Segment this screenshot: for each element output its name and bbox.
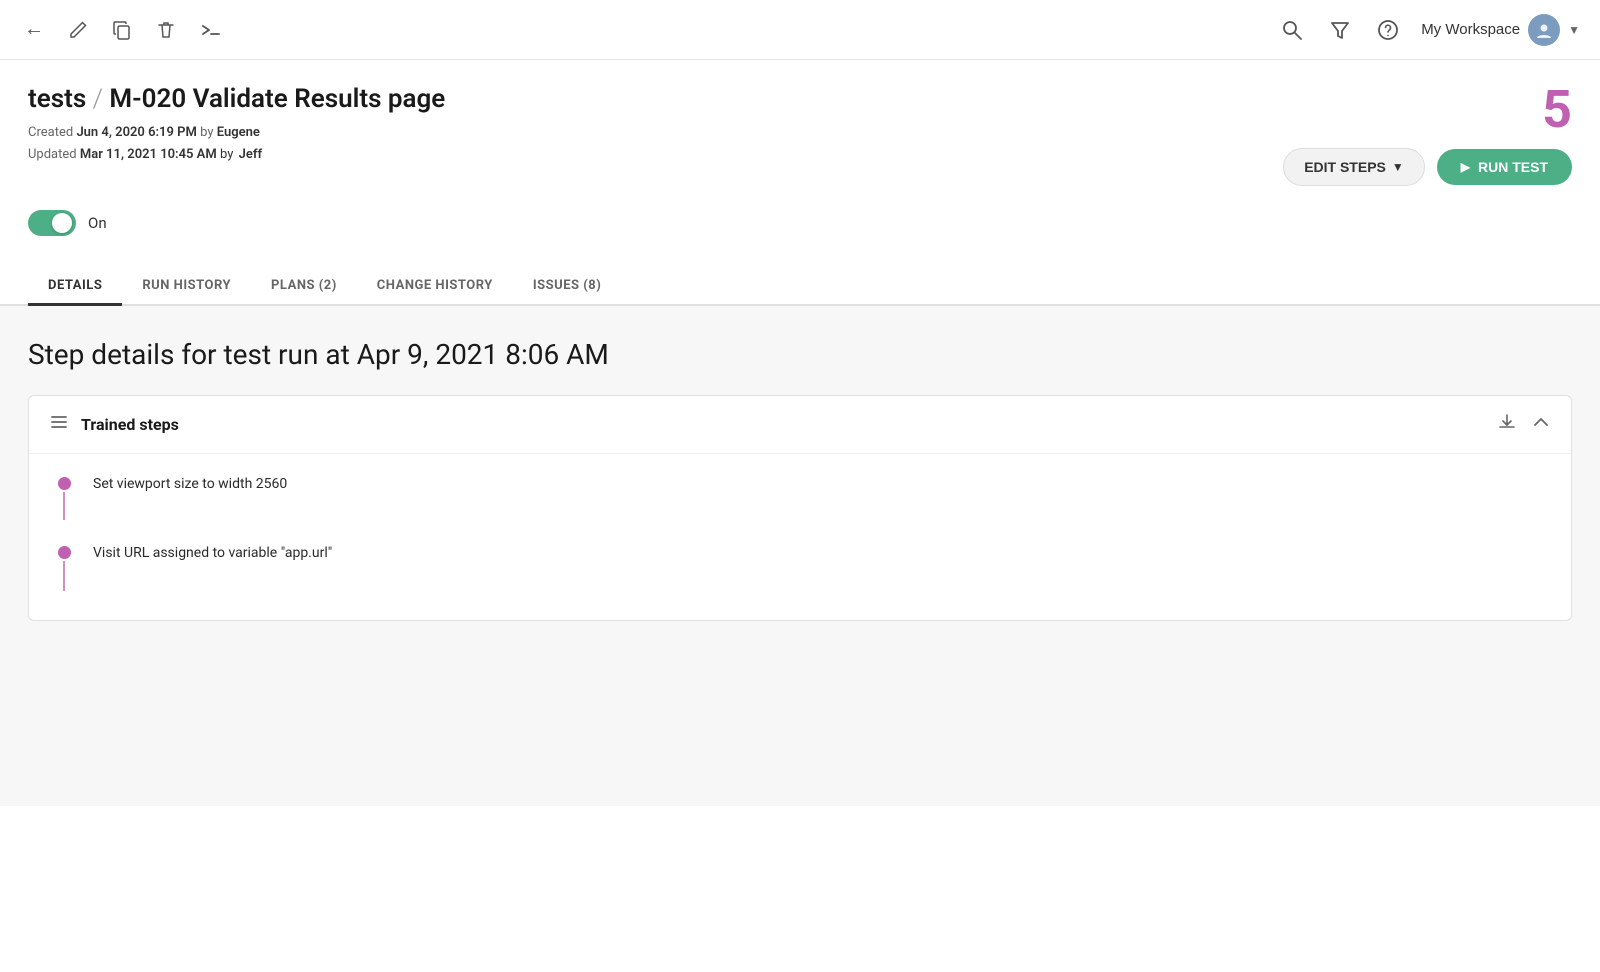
step-dot-col (49, 474, 79, 490)
workspace-label: My Workspace (1421, 21, 1520, 38)
step-dot (58, 477, 71, 490)
step-details-heading: Step details for test run at Apr 9, 2021… (0, 306, 1600, 395)
breadcrumb-child: M-020 Validate Results page (109, 84, 445, 114)
status-toggle[interactable] (28, 210, 76, 236)
help-icon (1377, 19, 1399, 41)
tab-issues[interactable]: ISSUES (8) (513, 268, 622, 306)
workspace-chevron-icon: ▼ (1568, 23, 1580, 37)
step-text: Visit URL assigned to variable "app.url" (79, 543, 332, 564)
updated-by: Jeff (239, 147, 262, 162)
created-info: Created Jun 4, 2020 6:19 PM by Eugene (28, 122, 445, 144)
updated-label: Updated (28, 147, 77, 162)
download-icon (1497, 412, 1517, 432)
chevron-up-icon (1531, 412, 1551, 432)
workspace-button[interactable]: My Workspace ▼ (1421, 14, 1580, 46)
step-item: Set viewport size to width 2560 (49, 462, 1551, 507)
terminal-icon (200, 20, 222, 40)
back-icon: ← (24, 18, 44, 41)
list-icon (49, 412, 69, 437)
edit-steps-chevron-icon: ▼ (1392, 160, 1404, 174)
nav-left: ← (20, 14, 1277, 45)
run-test-button[interactable]: ▶ RUN TEST (1437, 149, 1572, 185)
step-item: Visit URL assigned to variable "app.url" (49, 531, 1551, 576)
avatar (1528, 14, 1560, 46)
breadcrumb-separator: / (93, 84, 110, 114)
help-button[interactable] (1373, 15, 1403, 45)
page-title: tests / M-020 Validate Results page (28, 84, 445, 114)
header-buttons: EDIT STEPS ▼ ▶ RUN TEST (1283, 148, 1572, 186)
trained-steps-section: Trained steps (28, 395, 1572, 621)
search-icon (1281, 19, 1303, 41)
edit-button[interactable] (64, 16, 92, 44)
run-test-label: RUN TEST (1478, 159, 1548, 175)
trained-steps-actions (1497, 412, 1551, 437)
terminal-button[interactable] (196, 16, 226, 44)
meta-info: Created Jun 4, 2020 6:19 PM by Eugene Up… (28, 122, 445, 166)
created-by-label: by (200, 125, 213, 140)
page-header: tests / M-020 Validate Results page Crea… (0, 60, 1600, 186)
filter-button[interactable] (1325, 15, 1355, 45)
content-area: Step details for test run at Apr 9, 2021… (0, 306, 1600, 806)
nav-right: My Workspace ▼ (1277, 14, 1580, 46)
trash-icon (156, 20, 176, 40)
updated-date: Mar 11, 2021 10:45 AM (80, 147, 217, 162)
step-dot-col (49, 543, 79, 559)
trained-steps-title-group: Trained steps (49, 412, 179, 437)
created-date: Jun 4, 2020 6:19 PM (76, 125, 196, 140)
edit-icon (68, 20, 88, 40)
edit-steps-button[interactable]: EDIT STEPS ▼ (1283, 148, 1425, 186)
tab-details[interactable]: DETAILS (28, 268, 122, 306)
updated-by-label: by (220, 147, 233, 162)
copy-icon (112, 20, 132, 40)
delete-button[interactable] (152, 16, 180, 44)
step-text: Set viewport size to width 2560 (79, 474, 287, 495)
toggle-row: On (0, 186, 1600, 236)
step-dot (58, 546, 71, 559)
back-button[interactable]: ← (20, 14, 48, 45)
trained-steps-header: Trained steps (29, 396, 1571, 454)
download-button[interactable] (1497, 412, 1517, 437)
steps-list: Set viewport size to width 2560 Visit UR… (29, 454, 1571, 620)
copy-button[interactable] (108, 16, 136, 44)
toggle-label: On (88, 214, 107, 232)
search-button[interactable] (1277, 15, 1307, 45)
tabs-bar: DETAILS RUN HISTORY PLANS (2) CHANGE HIS… (0, 248, 1600, 306)
tab-plans[interactable]: PLANS (2) (251, 268, 357, 306)
filter-icon (1329, 19, 1351, 41)
header-left: tests / M-020 Validate Results page Crea… (28, 84, 445, 166)
trained-steps-title: Trained steps (81, 415, 179, 434)
created-by: Eugene (217, 125, 260, 140)
created-label: Created (28, 125, 73, 140)
updated-info: Updated Mar 11, 2021 10:45 AM by Jeff (28, 144, 445, 166)
breadcrumb-parent: tests (28, 84, 86, 114)
tab-run-history[interactable]: RUN HISTORY (122, 268, 251, 306)
collapse-button[interactable] (1531, 412, 1551, 437)
edit-steps-label: EDIT STEPS (1304, 159, 1386, 175)
header-right: 5 EDIT STEPS ▼ ▶ RUN TEST (1283, 84, 1572, 186)
step-count: 5 (1542, 84, 1572, 136)
tab-change-history[interactable]: CHANGE HISTORY (357, 268, 513, 306)
top-nav: ← (0, 0, 1600, 60)
play-icon: ▶ (1461, 160, 1470, 174)
